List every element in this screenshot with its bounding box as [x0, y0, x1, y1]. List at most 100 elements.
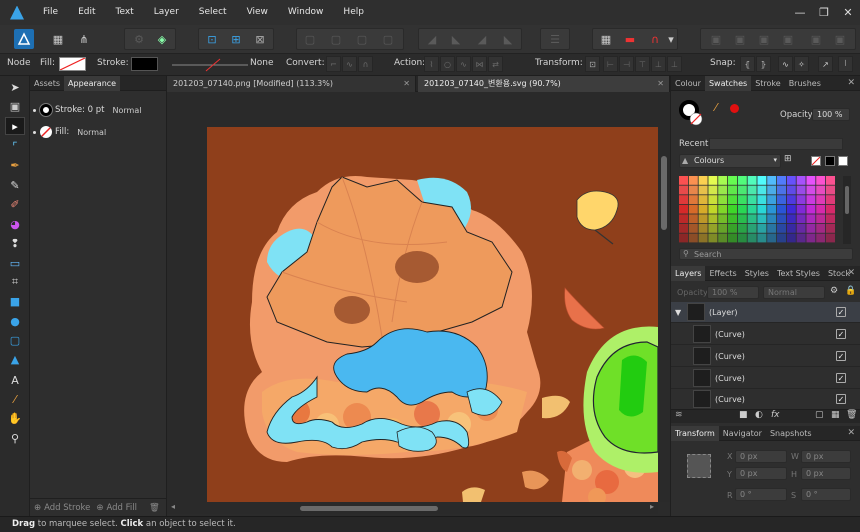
color-swatch[interactable]: [688, 214, 698, 224]
fx-icon[interactable]: fx: [771, 410, 780, 420]
ellipse-tool-icon[interactable]: ●: [5, 312, 25, 330]
snap-midpoint-icon[interactable]: ✧: [794, 56, 809, 72]
color-swatch[interactable]: [816, 233, 826, 243]
color-swatch[interactable]: [826, 214, 835, 224]
artwork-canvas[interactable]: [167, 92, 658, 502]
snap-curves-icon[interactable]: ∿: [778, 56, 793, 72]
color-swatch[interactable]: [806, 185, 816, 195]
tab-text-styles[interactable]: Text Styles: [773, 266, 824, 281]
restore-button[interactable]: ❐: [812, 6, 836, 19]
join-curves-icon[interactable]: ⋈: [472, 56, 487, 72]
color-swatch[interactable]: [816, 204, 826, 214]
fill-tool-icon[interactable]: ◕: [5, 215, 25, 233]
layer-row-layer[interactable]: ▼ (Layer) ✓: [671, 302, 860, 323]
color-swatch[interactable]: [816, 185, 826, 195]
color-swatch[interactable]: [777, 214, 786, 224]
swatch-search-input[interactable]: ⚲ Search: [679, 248, 853, 260]
color-swatch[interactable]: [767, 176, 777, 185]
color-swatch[interactable]: [718, 233, 728, 243]
color-swatch[interactable]: [796, 224, 806, 233]
color-swatch[interactable]: [688, 195, 698, 204]
color-swatch[interactable]: [728, 176, 737, 185]
view-mode-icon[interactable]: ◈: [152, 29, 172, 49]
color-swatch[interactable]: [767, 204, 777, 214]
color-swatch[interactable]: [737, 214, 747, 224]
color-picker-icon[interactable]: ⁄: [5, 390, 25, 408]
black-swatch[interactable]: [825, 156, 835, 166]
swatch-menu-icon[interactable]: ⊞: [784, 154, 792, 164]
color-swatch[interactable]: [747, 214, 757, 224]
color-swatch[interactable]: [757, 204, 767, 214]
align-nodes-top-icon[interactable]: ⊥: [651, 56, 666, 72]
color-swatch[interactable]: [718, 185, 728, 195]
pencil-tool-icon[interactable]: ✎: [5, 176, 25, 194]
color-swatch[interactable]: [718, 224, 728, 233]
color-swatch[interactable]: [786, 195, 796, 204]
curve-visibility-checkbox[interactable]: ✓: [836, 351, 846, 361]
expand-triangle-icon[interactable]: ▼: [675, 308, 681, 317]
align-nodes-center-icon[interactable]: ⊣: [619, 56, 634, 72]
h-field[interactable]: 0 px: [801, 467, 851, 480]
convert-sharp-icon[interactable]: ⌐: [326, 56, 341, 72]
anchor-selector[interactable]: [687, 454, 711, 478]
horizontal-scroll-thumb[interactable]: [300, 506, 438, 511]
layer-opacity-field[interactable]: 100 %: [707, 286, 759, 299]
color-swatch[interactable]: [679, 176, 688, 185]
tab-colour[interactable]: Colour: [671, 76, 705, 91]
color-swatch[interactable]: [688, 224, 698, 233]
transform-mode-toggle-icon[interactable]: ⊡: [585, 56, 600, 72]
color-swatch[interactable]: [786, 233, 796, 243]
add-stroke-icon[interactable]: ⊕: [34, 503, 41, 513]
close-window-button[interactable]: ✕: [836, 6, 860, 19]
menu-layer[interactable]: Layer: [145, 0, 190, 25]
artboard-tool-icon[interactable]: ▣: [5, 97, 25, 115]
color-swatch[interactable]: [747, 195, 757, 204]
color-swatch[interactable]: [708, 195, 718, 204]
boolean-combine-icon[interactable]: ▣: [830, 29, 850, 49]
scroll-left-icon[interactable]: ◂: [171, 502, 175, 511]
reverse-curve-icon[interactable]: ⇄: [488, 56, 503, 72]
force-pixel-icon[interactable]: ▬: [620, 29, 640, 49]
add-layer-icon[interactable]: ▢: [815, 410, 824, 420]
crop-tool-icon[interactable]: ⌗: [5, 273, 25, 291]
color-swatch[interactable]: [747, 185, 757, 195]
color-swatch[interactable]: [698, 224, 708, 233]
pixel-persona-icon[interactable]: ▦: [48, 29, 68, 49]
add-fill-icon[interactable]: ⊕: [96, 503, 103, 513]
color-swatch[interactable]: [688, 185, 698, 195]
fill-appearance-row[interactable]: Fill: Normal: [33, 126, 106, 138]
color-swatch[interactable]: [728, 233, 737, 243]
color-swatch[interactable]: [806, 233, 816, 243]
tab-appearance[interactable]: Appearance: [64, 75, 121, 91]
color-swatch[interactable]: [777, 233, 786, 243]
y-field[interactable]: 0 px: [735, 467, 787, 480]
close-icon[interactable]: ✕: [847, 266, 855, 281]
color-swatch[interactable]: [718, 204, 728, 214]
color-swatch[interactable]: [777, 176, 786, 185]
tab-swatches[interactable]: Swatches: [704, 75, 752, 91]
color-swatch[interactable]: [698, 233, 708, 243]
layer-row-curve[interactable]: (Curve) ✓: [671, 346, 860, 367]
color-swatch[interactable]: [679, 204, 688, 214]
layer-row-curve[interactable]: (Curve) ✓: [671, 368, 860, 389]
color-swatch[interactable]: [767, 195, 777, 204]
swatch-scrollbar[interactable]: [843, 176, 851, 244]
x-field[interactable]: 0 px: [735, 450, 787, 463]
color-swatch[interactable]: [767, 233, 777, 243]
boolean-divide-icon[interactable]: ▣: [806, 29, 826, 49]
color-swatch[interactable]: [747, 233, 757, 243]
snap-settings-icon[interactable]: ⦚: [838, 56, 853, 72]
color-swatch[interactable]: [708, 233, 718, 243]
color-swatch[interactable]: [806, 214, 816, 224]
color-swatch[interactable]: [767, 224, 777, 233]
color-swatch[interactable]: [757, 233, 767, 243]
color-swatch[interactable]: [767, 185, 777, 195]
align-left-icon[interactable]: ◢: [422, 29, 442, 49]
arrange-backward-icon[interactable]: ▢: [326, 29, 346, 49]
close-icon[interactable]: ✕: [847, 426, 855, 441]
color-swatch[interactable]: [806, 224, 816, 233]
color-swatch[interactable]: [708, 204, 718, 214]
document-setup-icon[interactable]: ⚙: [129, 29, 149, 49]
color-swatch[interactable]: [796, 204, 806, 214]
curve-visibility-checkbox[interactable]: ✓: [836, 394, 846, 404]
